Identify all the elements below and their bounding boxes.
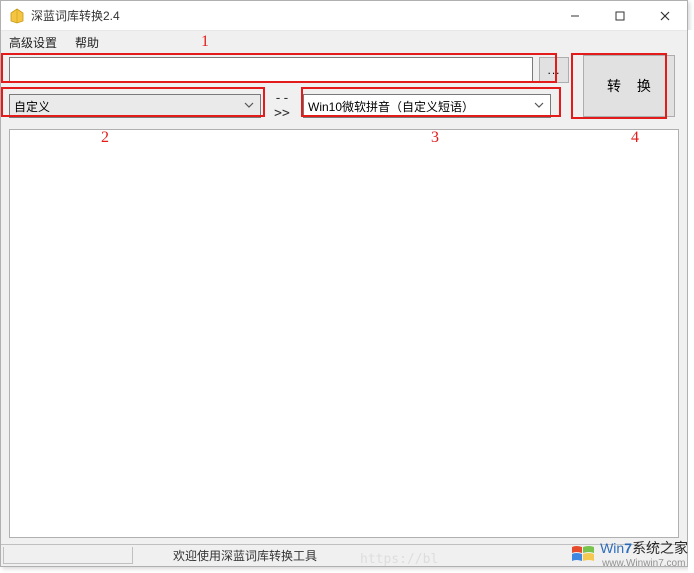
file-row: ... (9, 57, 679, 85)
watermark-url: www.Winwin7.com (602, 558, 688, 569)
status-cell-left (3, 547, 133, 564)
target-format-value: Win10微软拼音（自定义短语） (308, 98, 532, 115)
window-controls (552, 1, 687, 30)
target-format-combo[interactable]: Win10微软拼音（自定义短语） (303, 94, 551, 118)
menu-help[interactable]: 帮助 (75, 34, 99, 51)
cropped-edge (688, 30, 694, 573)
chevron-down-icon (242, 99, 256, 113)
menu-advanced[interactable]: 高级设置 (9, 34, 57, 51)
watermark-brand: Win7系统之家 www.Winwin7.com (600, 538, 688, 569)
maximize-button[interactable] (597, 1, 642, 30)
chevron-down-icon (532, 99, 546, 113)
combo-row: 自定义 -->> Win10微软拼音（自定义短语） (9, 93, 679, 119)
close-button[interactable] (642, 1, 687, 30)
watermark: Win7系统之家 www.Winwin7.com (570, 538, 688, 569)
arrow-label: -->> (267, 91, 297, 121)
file-path-input[interactable] (9, 57, 533, 83)
source-format-value: 自定义 (14, 98, 242, 115)
source-format-combo[interactable]: 自定义 (9, 94, 261, 118)
titlebar: 深蓝词库转换2.4 (1, 1, 687, 31)
windows-flag-icon (570, 543, 596, 565)
minimize-button[interactable] (552, 1, 597, 30)
menubar: 高级设置 帮助 (1, 31, 687, 53)
app-icon (9, 8, 25, 24)
output-textarea[interactable] (9, 129, 679, 538)
content-area: ... 自定义 -->> Win10微软拼音（自定义短语） 转 换 (1, 53, 687, 544)
browse-button[interactable]: ... (539, 57, 569, 83)
app-window: 深蓝词库转换2.4 高级设置 帮助 ... 自定义 (0, 0, 688, 567)
window-title: 深蓝词库转换2.4 (31, 7, 552, 24)
convert-button[interactable]: 转 换 (583, 55, 675, 117)
